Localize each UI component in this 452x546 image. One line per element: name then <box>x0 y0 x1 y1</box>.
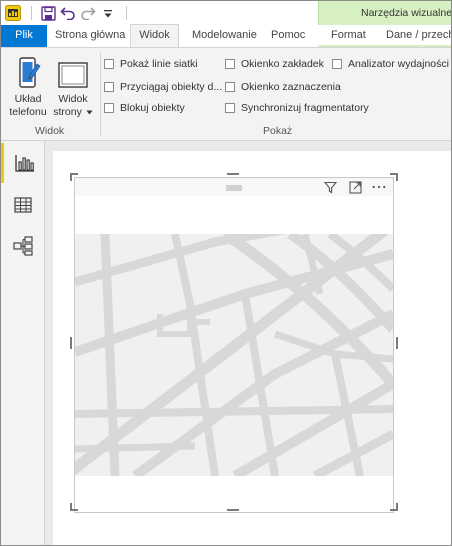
snap-to-grid-checkbox[interactable]: Przyciągaj obiekty d... <box>104 81 222 93</box>
customize-qat-icon[interactable] <box>98 4 118 22</box>
group-separator <box>100 52 101 136</box>
report-page[interactable] <box>53 151 451 545</box>
table-icon <box>14 197 32 213</box>
view-group-label: Widok <box>35 125 65 137</box>
view-rail <box>1 141 45 545</box>
save-icon[interactable] <box>38 4 58 22</box>
quick-access-toolbar <box>3 4 133 22</box>
undo-icon[interactable] <box>58 4 78 22</box>
resize-handle-left[interactable] <box>70 337 72 349</box>
gridlines-checkbox[interactable]: Pokaż linie siatki <box>104 58 198 70</box>
tab-data-drill[interactable]: Dane / przechodzenie <box>386 25 451 47</box>
sync-slicers-checkbox[interactable]: Synchronizuj fragmentatory <box>225 102 369 114</box>
page-view-icon <box>58 62 88 88</box>
phone-layout-button[interactable]: Układ telefonu <box>7 54 49 119</box>
model-icon <box>13 236 33 256</box>
resize-handle-top[interactable] <box>227 173 239 175</box>
map-visual[interactable] <box>74 177 394 513</box>
resize-handle-right[interactable] <box>396 337 398 349</box>
context-tab-label: Narzędzia wizualne <box>361 7 452 19</box>
qat-separator <box>31 6 32 20</box>
performance-analyzer-checkbox[interactable]: Analizator wydajności <box>332 58 449 70</box>
app-logo-icon[interactable] <box>3 4 23 22</box>
tab-view[interactable]: Widok <box>130 24 179 47</box>
power-bi-window: Narzędzia wizualne Plik Strona główna Wi… <box>0 0 452 546</box>
visual-tools-context-header: Narzędzia wizualne <box>318 1 452 25</box>
data-view-button[interactable] <box>1 185 45 225</box>
lock-objects-checkbox[interactable]: Blokuj obiekty <box>104 102 185 114</box>
visual-header <box>75 178 393 196</box>
title-bar: Narzędzia wizualne <box>1 1 451 25</box>
bar-chart-icon <box>14 155 34 172</box>
tab-modeling[interactable]: Modelowanie <box>192 25 257 47</box>
selection-pane-checkbox[interactable]: Okienko zaznaczenia <box>225 81 341 93</box>
map-placeholder <box>75 234 393 476</box>
phone-layout-label-2: telefonu <box>9 106 47 118</box>
page-view-label-2: strony <box>53 106 93 119</box>
ribbon-view: Układ telefonu Widok strony Widok Pokaż … <box>1 47 451 141</box>
focus-mode-icon[interactable] <box>348 180 362 194</box>
resize-handle-bottom[interactable] <box>227 509 239 511</box>
tab-format[interactable]: Format <box>331 25 366 47</box>
qat-separator <box>126 6 127 20</box>
phone-layout-label-1: Układ <box>14 93 42 105</box>
redo-icon[interactable] <box>78 4 98 22</box>
street-map-illustration <box>75 234 393 476</box>
tab-help[interactable]: Pomoc <box>271 25 305 47</box>
filter-icon[interactable] <box>323 180 337 194</box>
tab-file[interactable]: Plik <box>1 25 47 47</box>
ribbon-tabs: Plik Strona główna Widok Modelowanie Pom… <box>1 24 451 47</box>
page-view-button[interactable]: Widok strony <box>53 54 93 119</box>
more-options-icon[interactable] <box>372 180 386 194</box>
chevron-down-icon <box>86 110 93 115</box>
show-group-label: Pokaż <box>263 125 293 137</box>
drag-grip-icon[interactable] <box>226 182 242 191</box>
phone-layout-icon <box>19 57 41 88</box>
report-canvas <box>45 141 451 545</box>
page-view-label-1: Widok <box>58 93 88 105</box>
bookmarks-pane-checkbox[interactable]: Okienko zakładek <box>225 58 324 70</box>
model-view-button[interactable] <box>1 226 45 266</box>
tab-home[interactable]: Strona główna <box>55 25 125 47</box>
report-view-button[interactable] <box>1 143 45 183</box>
